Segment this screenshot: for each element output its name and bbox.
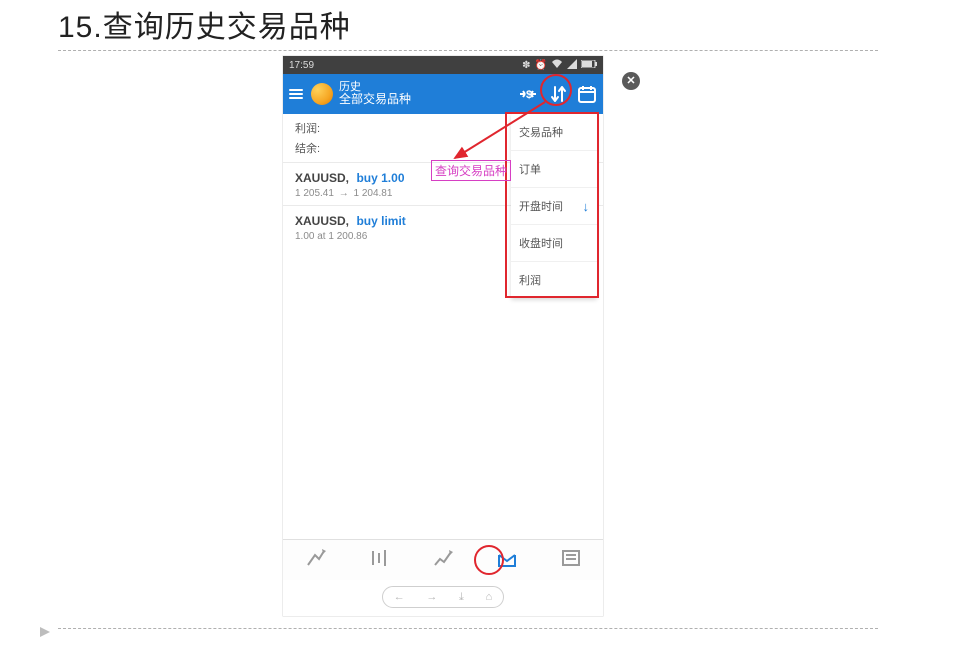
dropdown-label: 订单 <box>519 161 541 177</box>
arrow-right-icon: → <box>339 188 349 199</box>
wifi-icon <box>551 59 563 72</box>
trade-price-from: 1 205.41 <box>295 188 334 199</box>
close-button[interactable]: ✕ <box>622 72 640 90</box>
divider-bottom <box>58 628 878 629</box>
tab-news[interactable] <box>560 547 582 574</box>
dropdown-item-closetime[interactable]: 收盘时间 <box>511 225 597 262</box>
trade-symbol: XAUUSD, <box>295 171 349 185</box>
header-sort-button[interactable] <box>547 83 569 105</box>
sort-down-icon: ↓ <box>583 199 590 214</box>
balance-label: 结余: <box>295 143 320 155</box>
header-symbol-button[interactable]: $ <box>517 83 539 105</box>
svg-text:$: $ <box>526 89 532 101</box>
nav-download-icon[interactable]: ⤓ <box>459 591 464 604</box>
status-time: 17:59 <box>289 60 314 71</box>
divider-top <box>58 50 878 51</box>
trade-detail: 1.00 at 1 200.86 <box>295 231 367 242</box>
phone-screenshot: 17:59 ✽ ⏰ 历史 全部交易品种 $ <box>283 56 603 616</box>
battery-icon <box>581 60 597 71</box>
tab-history[interactable] <box>496 547 518 574</box>
section-title-text: 查询历史交易品种 <box>103 11 351 44</box>
trade-symbol: XAUUSD, <box>295 214 349 228</box>
menu-icon[interactable] <box>289 89 305 99</box>
signal-icon <box>567 59 577 72</box>
alarm-icon: ⏰ <box>535 60 547 71</box>
header-subtitle: 全部交易品种 <box>339 93 509 106</box>
trade-action: buy 1.00 <box>356 171 404 185</box>
dropdown-label: 开盘时间 <box>519 198 563 214</box>
section-number: 15. <box>58 11 103 44</box>
sort-dropdown: 交易品种 订单 开盘时间 ↓ 收盘时间 利润 <box>511 114 597 298</box>
dropdown-label: 利润 <box>519 272 541 288</box>
android-nav-bar: ← → ⤓ ⌂ <box>382 586 504 608</box>
dropdown-item-symbol[interactable]: 交易品种 <box>511 114 597 151</box>
trade-action: buy limit <box>356 214 405 228</box>
nav-home-icon[interactable]: ⌂ <box>486 591 493 603</box>
trade-price-to: 1 204.81 <box>354 188 393 199</box>
close-icon: ✕ <box>626 75 635 87</box>
tab-trade[interactable] <box>432 547 454 574</box>
nav-back-icon[interactable]: ← <box>394 591 405 603</box>
nav-forward-icon[interactable]: → <box>426 591 437 603</box>
dropdown-item-opentime[interactable]: 开盘时间 ↓ <box>511 188 597 225</box>
app-header: 历史 全部交易品种 $ <box>283 74 603 114</box>
status-bar: 17:59 ✽ ⏰ <box>283 56 603 74</box>
slide-advance-icon[interactable] <box>38 625 52 644</box>
profit-label: 利润: <box>295 123 320 135</box>
tab-quotes[interactable] <box>304 547 326 574</box>
section-title: 15.查询历史交易品种 <box>58 2 351 46</box>
header-calendar-button[interactable] <box>577 84 597 104</box>
bluetooth-icon: ✽ <box>522 60 530 71</box>
app-logo <box>311 83 333 105</box>
dropdown-label: 交易品种 <box>519 124 563 140</box>
bottom-tab-bar <box>283 539 603 580</box>
tab-chart[interactable] <box>368 547 390 574</box>
dropdown-item-order[interactable]: 订单 <box>511 151 597 188</box>
header-title-block[interactable]: 历史 全部交易品种 <box>339 81 509 106</box>
dropdown-item-profit[interactable]: 利润 <box>511 262 597 298</box>
dropdown-label: 收盘时间 <box>519 235 563 251</box>
